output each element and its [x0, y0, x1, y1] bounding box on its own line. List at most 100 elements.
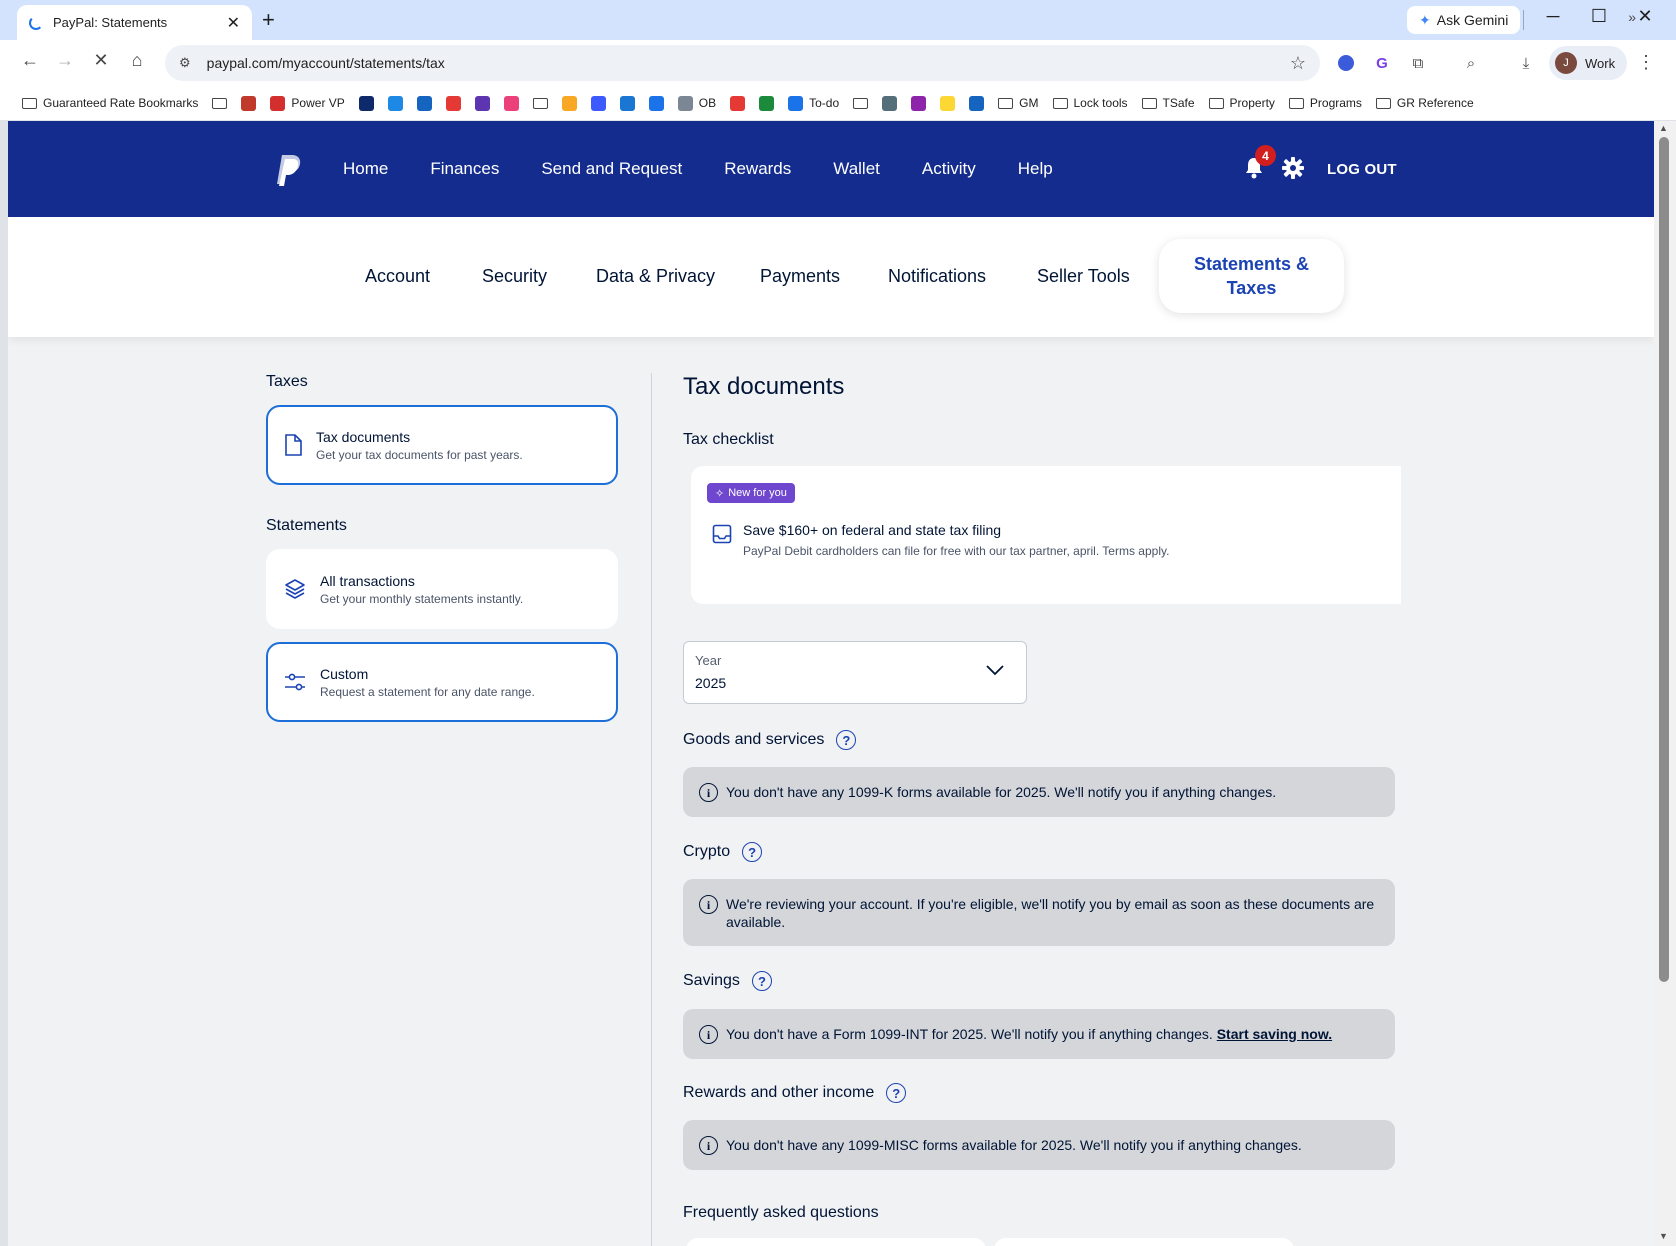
sliders-icon [285, 673, 305, 691]
bookmark-star-icon[interactable]: ☆ [1290, 53, 1306, 74]
bookmark-item[interactable] [882, 95, 898, 111]
bookmark-item[interactable]: Guaranteed Rate Bookmarks [22, 96, 198, 110]
subnav-payments[interactable]: Payments [760, 266, 840, 287]
all-transactions-card[interactable]: All transactions Get your monthly statem… [266, 549, 618, 629]
extensions-puzzle-icon[interactable]: ⧉ [1407, 52, 1429, 74]
bookmark-item[interactable] [358, 95, 374, 111]
back-arrow-icon[interactable]: ← [16, 50, 44, 71]
stop-loading-icon[interactable]: ✕ [87, 50, 115, 71]
savings-title: Savings [683, 972, 740, 989]
subnav-data-privacy[interactable]: Data & Privacy [596, 266, 715, 287]
bookmark-item[interactable] [241, 95, 257, 111]
bookmark-item[interactable] [590, 95, 606, 111]
nav-rewards[interactable]: Rewards [724, 159, 791, 179]
logout-link[interactable]: LOG OUT [1327, 161, 1397, 178]
bookmark-favicon-icon [358, 95, 374, 111]
close-tab-icon[interactable]: ✕ [227, 13, 240, 33]
bookmark-label: Power VP [291, 96, 345, 110]
scrollbar-thumb[interactable] [1659, 137, 1669, 982]
rewards-income-notice: i You don't have any 1099-MISC forms ava… [683, 1120, 1395, 1170]
bookmark-item[interactable]: Lock tools [1052, 96, 1128, 110]
year-value: 2025 [695, 675, 727, 691]
extension-blue-dot-icon[interactable] [1335, 52, 1357, 74]
folder-icon [1375, 97, 1391, 109]
year-select[interactable]: Year 2025 [683, 641, 1027, 704]
bookmark-item[interactable] [911, 95, 927, 111]
bookmark-item[interactable]: To-do [788, 95, 839, 111]
ask-gemini-button[interactable]: ✦ Ask Gemini [1407, 6, 1521, 34]
all-transactions-desc: Get your monthly statements instantly. [320, 591, 524, 606]
browser-menu-icon[interactable]: ⋮ [1637, 52, 1655, 73]
bookmark-item[interactable] [474, 95, 490, 111]
subnav-security[interactable]: Security [482, 266, 547, 287]
bookmark-item[interactable] [969, 95, 985, 111]
bookmark-item[interactable] [648, 95, 664, 111]
paypal-logo-icon[interactable] [276, 153, 302, 187]
custom-statement-card[interactable]: Custom Request a statement for any date … [266, 642, 618, 722]
bookmark-item[interactable]: GR Reference [1375, 96, 1474, 110]
bookmark-item[interactable]: GM [998, 96, 1039, 110]
bookmark-item[interactable] [212, 97, 228, 109]
minimize-icon[interactable]: ─ [1533, 6, 1573, 27]
bookmarks-overflow-icon[interactable]: » [1628, 9, 1636, 25]
help-question-icon[interactable]: ? [886, 1083, 907, 1103]
bookmark-item[interactable] [759, 95, 775, 111]
maximize-icon[interactable]: ☐ [1579, 6, 1619, 27]
savings-message-wrap: You don't have a Form 1099-INT for 2025.… [726, 1025, 1332, 1043]
help-question-icon[interactable]: ? [751, 971, 772, 991]
settings-gear-icon[interactable] [1282, 157, 1304, 179]
bookmark-item[interactable]: Property [1208, 96, 1275, 110]
bookmark-item[interactable]: OB [677, 95, 717, 111]
address-bar[interactable]: ⚙ paypal.com/myaccount/statements/tax ☆ [165, 45, 1320, 81]
help-question-icon[interactable]: ? [742, 842, 763, 862]
site-settings-icon[interactable]: ⚙ [179, 55, 191, 71]
bookmark-label: OB [698, 96, 717, 110]
nav-activity[interactable]: Activity [922, 159, 976, 179]
bookmark-item[interactable] [940, 95, 956, 111]
bookmark-item[interactable]: Programs [1288, 96, 1362, 110]
new-tab-button[interactable]: + [262, 7, 275, 33]
nav-send-and-request[interactable]: Send and Request [541, 159, 682, 179]
nav-help[interactable]: Help [1018, 159, 1053, 179]
browser-tab-active[interactable]: PayPal: Statements ✕ [17, 5, 252, 40]
tab-search-icon[interactable]: ⌕ [1460, 52, 1482, 74]
nav-home[interactable]: Home [343, 159, 388, 179]
faq-heading: Frequently asked questions [683, 1204, 879, 1221]
subnav-notifications[interactable]: Notifications [888, 266, 986, 287]
page-scrollbar[interactable]: ▲ ▼ [1654, 121, 1676, 1246]
start-saving-link[interactable]: Start saving now. [1217, 1026, 1332, 1042]
extension-grammarly-icon[interactable]: G [1371, 52, 1393, 74]
faq-card[interactable] [686, 1238, 986, 1246]
nav-finances[interactable]: Finances [430, 159, 499, 179]
help-question-icon[interactable]: ? [836, 730, 857, 750]
subnav-account[interactable]: Account [365, 266, 430, 287]
subnav-seller-tools[interactable]: Seller Tools [1037, 266, 1130, 287]
bookmark-item[interactable] [532, 97, 548, 109]
bookmark-favicon-icon [241, 95, 257, 111]
home-icon[interactable]: ⌂ [123, 50, 151, 71]
forward-arrow-icon[interactable]: → [51, 50, 79, 71]
tax-documents-card[interactable]: Tax documents Get your tax documents for… [266, 405, 618, 485]
bookmark-item[interactable] [387, 95, 403, 111]
tax-checklist-card[interactable]: ✧ New for you Save $160+ on federal and … [691, 466, 1401, 604]
bookmark-favicon-icon [416, 95, 432, 111]
downloads-icon[interactable]: ⤓ [1515, 52, 1537, 74]
profile-button[interactable]: J Work [1549, 46, 1628, 80]
bookmark-item[interactable] [561, 95, 577, 111]
subnav-statements-taxes[interactable]: Statements & Taxes [1159, 239, 1344, 313]
bookmark-item[interactable] [853, 97, 869, 109]
paypal-header: Home Finances Send and Request Rewards Walle… [8, 121, 1654, 217]
bookmark-item[interactable]: Power VP [270, 95, 345, 111]
bookmark-item[interactable] [503, 95, 519, 111]
scroll-up-icon[interactable]: ▲ [1659, 123, 1668, 133]
bookmark-item[interactable] [445, 95, 461, 111]
bookmark-item[interactable] [619, 95, 635, 111]
faq-card[interactable] [994, 1238, 1294, 1246]
address-url[interactable]: paypal.com/myaccount/statements/tax [207, 55, 1290, 71]
bookmark-item[interactable]: TSafe [1141, 96, 1195, 110]
bookmark-item[interactable] [730, 95, 746, 111]
nav-wallet[interactable]: Wallet [833, 159, 880, 179]
bookmark-item[interactable] [416, 95, 432, 111]
new-for-you-badge: ✧ New for you [707, 483, 795, 503]
scroll-down-icon[interactable]: ▼ [1659, 1231, 1668, 1241]
